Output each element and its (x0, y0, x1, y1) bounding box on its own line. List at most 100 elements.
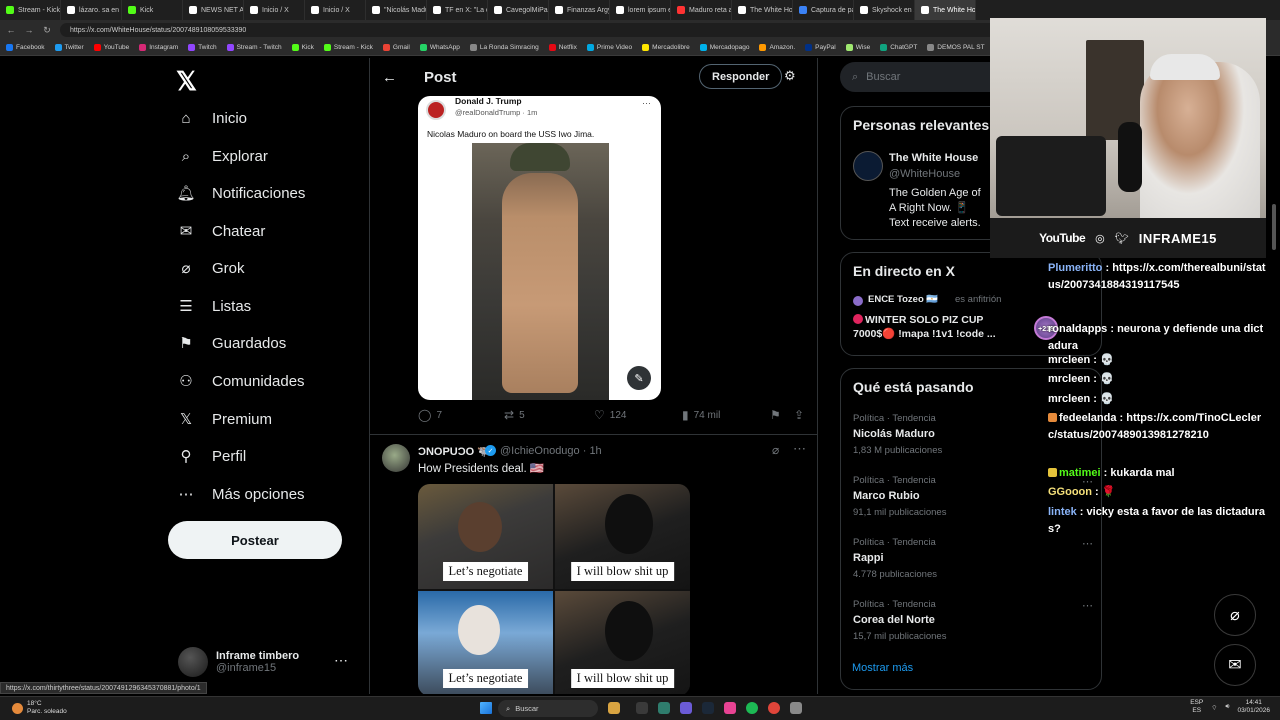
share-action[interactable]: ⇪ (794, 408, 804, 422)
browser-tab[interactable]: Kick (122, 0, 183, 20)
edge-icon[interactable] (658, 702, 670, 714)
bookmark-item[interactable]: Prime Video (586, 44, 632, 51)
chrome-icon[interactable] (768, 702, 780, 714)
bookmark-item[interactable]: La Ronda Simracing (469, 44, 539, 51)
browser-tab[interactable]: Captura de pant (793, 0, 854, 20)
bookmark-item[interactable]: Twitch (188, 44, 217, 51)
nav-item-grok[interactable]: ⌀ Grok (176, 258, 244, 278)
bookmark-item[interactable]: Stream - Twitch (226, 44, 282, 51)
browser-tab[interactable]: Maduro reta a (671, 0, 732, 20)
nav-item-m-s-opciones[interactable]: ⋯ Más opciones (176, 484, 305, 504)
nav-item-listas[interactable]: ☰ Listas (176, 296, 251, 316)
trend-item[interactable]: Política · Tendencia Corea del Norte 15,7 … (853, 599, 1093, 642)
more-icon[interactable]: ⋯ (793, 441, 806, 457)
settings-icon[interactable] (790, 702, 802, 714)
browser-tab[interactable]: Skyshock en X (854, 0, 915, 20)
nav-item-perfil[interactable]: ⚲ Perfil (176, 446, 247, 466)
bookmark-item[interactable]: WhatsApp (419, 44, 460, 51)
browser-tab[interactable]: lorem ipsum en (610, 0, 671, 20)
steam-icon[interactable] (702, 702, 714, 714)
nav-item-explorar[interactable]: ⌕ Explorar (176, 146, 268, 166)
avatar[interactable] (382, 444, 410, 472)
post-button[interactable]: Postear (168, 521, 342, 559)
nav-item-chatear[interactable]: ✉ Chatear (176, 221, 266, 241)
bookmark-item[interactable]: Kick (291, 44, 314, 51)
like-action[interactable]: ♡ 124 (594, 408, 626, 422)
relevant-person-name[interactable]: The White House (889, 152, 978, 164)
volume-icon[interactable]: 🔊︎ (1225, 703, 1229, 711)
bookmark-item[interactable]: Gmail (382, 44, 410, 51)
language-indicator[interactable]: ESP ES (1190, 699, 1203, 715)
browser-tab[interactable]: Finanzas Argy e (549, 0, 610, 20)
browser-tab[interactable]: lázaro. sa en X (61, 0, 122, 20)
live-stream-title[interactable]: WINTER SOLO PIZ CUP 7000$🔴 !mapa !1v1 !c… (853, 313, 1013, 341)
bookmark-item[interactable]: Twitter (54, 44, 84, 51)
reply-button[interactable]: Responder (699, 64, 783, 89)
nav-item-inicio[interactable]: ⌂ Inicio (176, 108, 247, 128)
repost-action[interactable]: ⇄ 5 (504, 408, 525, 422)
bookmark-item[interactable]: Instagram (139, 44, 178, 51)
bookmark-item[interactable]: YouTube (93, 44, 129, 51)
nav-item-premium[interactable]: 𝕏 Premium (176, 409, 272, 429)
back-arrow-icon[interactable]: ← (6, 25, 16, 35)
browser-tab[interactable]: Inicio / X (305, 0, 366, 20)
show-more-link[interactable]: Mostrar más (852, 662, 913, 674)
tab-label: Stream - Kick D (18, 6, 61, 14)
tweet-author-name[interactable]: ƆNOPUƆO 🐃 (418, 445, 491, 458)
bookmark-item[interactable]: Mercadolibre (642, 44, 690, 51)
sliders-icon[interactable]: ⚙ (784, 68, 796, 84)
tweet-image[interactable]: Let’s negotiate I will blow shit up Let’… (418, 484, 690, 694)
live-host[interactable]: ENCE Tozeo 🇦🇷 (868, 294, 938, 305)
grok-icon[interactable]: ⌀ (772, 443, 779, 457)
weather-widget[interactable]: 18°C Parc. soleado (12, 700, 67, 716)
bookmark-item[interactable]: Stream - Kick (323, 44, 373, 51)
reload-icon[interactable]: ↻ (42, 25, 52, 36)
spotify-icon[interactable] (746, 702, 758, 714)
nav-item-notificaciones[interactable]: 🔔︎ Notificaciones (176, 183, 305, 203)
browser-tab[interactable]: The White Hous (915, 0, 976, 20)
browser-tab[interactable]: NEWS NET APP (183, 0, 244, 20)
avatar[interactable] (853, 151, 883, 181)
back-arrow-icon[interactable]: ← (382, 69, 397, 86)
browser-tab[interactable]: "Nicolás Maduro (366, 0, 427, 20)
bookmark-item[interactable]: Amazon. (759, 44, 795, 51)
browser-tab[interactable]: The White Hous (732, 0, 793, 20)
grok-icon[interactable]: ⌀ (1214, 594, 1256, 636)
edit-image-icon[interactable]: ✎ (627, 366, 651, 390)
more-icon[interactable]: ⋯ (1082, 599, 1093, 612)
more-icon[interactable]: ⋯ (334, 652, 348, 669)
bookmark-item[interactable]: Mercadopago (699, 44, 749, 51)
browser-tab[interactable]: TF en X: "La del (427, 0, 488, 20)
browser-tab[interactable]: Stream - Kick D (0, 0, 61, 20)
reply-action[interactable]: ◯ 7 (418, 408, 442, 422)
views-action[interactable]: ▮ 74 mil (682, 408, 720, 422)
bookmark-action[interactable]: ⚑ (770, 408, 781, 422)
app-icon[interactable] (724, 702, 736, 714)
bookmark-item[interactable]: PayPal (805, 44, 836, 51)
bookmark-item[interactable]: DEMOS PAL ST (927, 44, 985, 51)
quoted-post-image[interactable]: Donald J. Trump @realDonaldTrump · 1m ⋯ … (418, 96, 661, 400)
account-switcher[interactable]: Inframe timbero @inframe15 ⋯ (178, 646, 358, 678)
address-bar[interactable]: https://x.com/WhiteHouse/status/20074891… (60, 23, 1000, 37)
tab-label: TF en X: "La del (445, 6, 487, 14)
mail-icon[interactable]: ✉ (1214, 644, 1256, 686)
nav-item-comunidades[interactable]: ⚇ Comunidades (176, 371, 304, 391)
clock[interactable]: 14:41 03/01/2026 (1237, 699, 1270, 715)
wifi-icon[interactable]: ⌔ (1211, 703, 1217, 712)
file-explorer-icon[interactable] (608, 702, 620, 714)
browser-tab[interactable]: Inicio / X (244, 0, 305, 20)
bookmark-item[interactable]: Wise (845, 44, 870, 51)
bookmark-item[interactable]: ChatGPT (880, 44, 917, 51)
x-logo-icon[interactable]: 𝕏 (176, 66, 197, 97)
forward-arrow-icon[interactable]: → (24, 25, 34, 35)
bookmark-item[interactable]: Facebook (6, 44, 45, 51)
discord-icon[interactable] (680, 702, 692, 714)
browser-tab[interactable]: CavegolMiPasto (488, 0, 549, 20)
taskbar-search[interactable]: ⌕ Buscar (498, 700, 598, 717)
task-view-icon[interactable] (636, 702, 648, 714)
tweet-author-handle[interactable]: @IchieOnodugo · 1h (500, 445, 602, 457)
nav-item-guardados[interactable]: ⚑ Guardados (176, 333, 286, 353)
bookmark-item[interactable]: Netflix (548, 44, 577, 51)
scrollbar[interactable] (1272, 204, 1276, 250)
windows-start-icon[interactable] (480, 702, 492, 714)
